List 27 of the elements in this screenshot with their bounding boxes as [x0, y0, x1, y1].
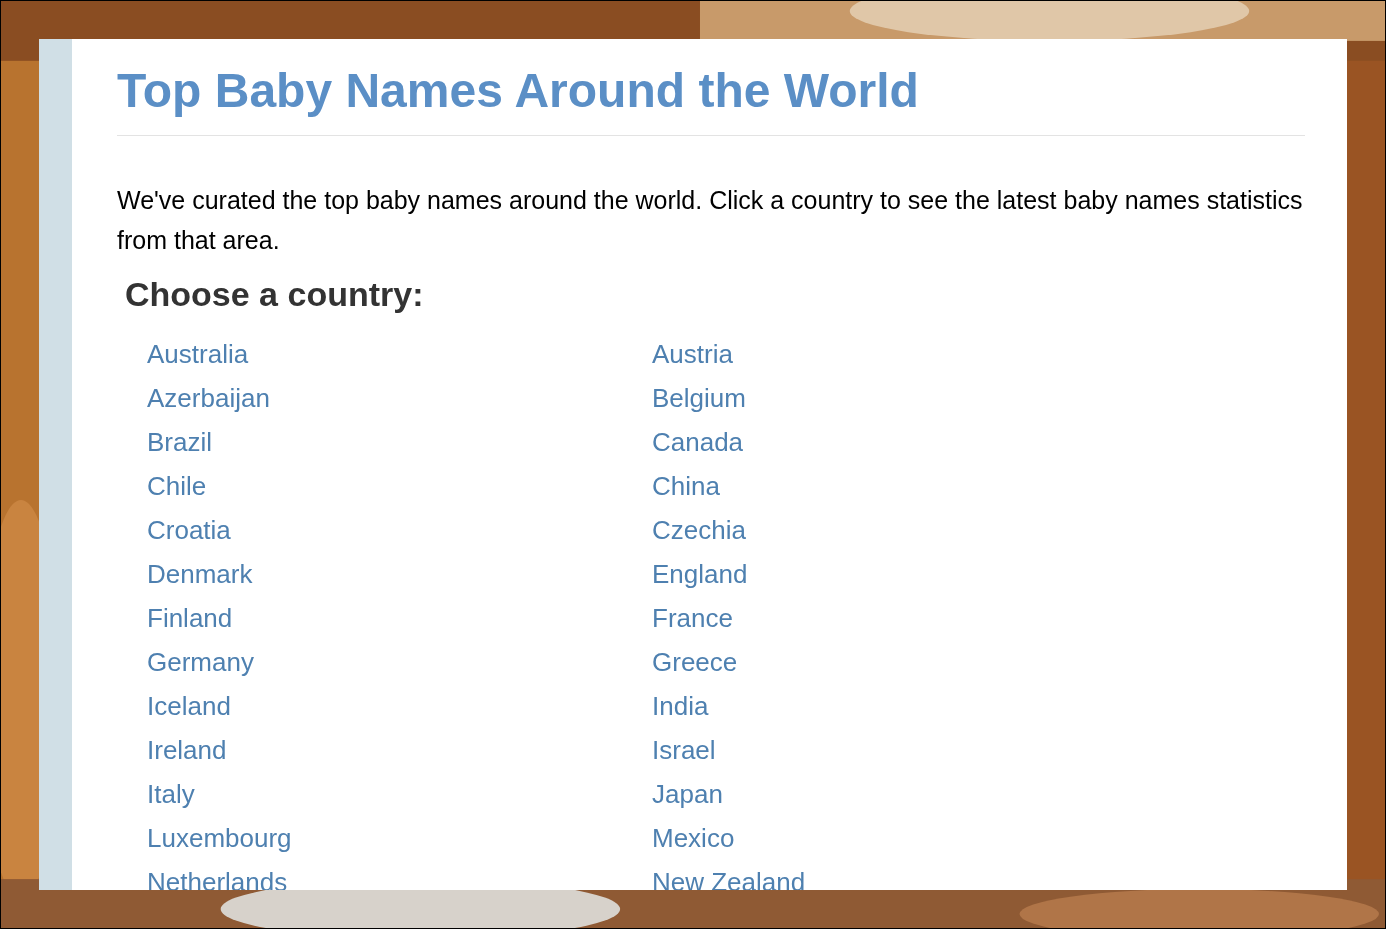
country-link[interactable]: Israel	[652, 734, 716, 766]
country-link[interactable]: Chile	[147, 470, 207, 502]
section-heading: Choose a country:	[125, 274, 425, 315]
country-link[interactable]: Brazil	[147, 426, 212, 458]
country-link[interactable]: Greece	[652, 646, 738, 678]
country-link[interactable]: China	[652, 470, 720, 502]
intro-paragraph: We've curated the top baby names around the world. Click a country to see the latest baby names statistics from that area.	[117, 185, 1304, 256]
country-link[interactable]: Denmark	[147, 558, 253, 590]
country-link[interactable]: Luxembourg	[147, 822, 292, 854]
country-link[interactable]: Belgium	[652, 382, 746, 414]
country-link[interactable]: Austria	[652, 338, 733, 370]
country-link[interactable]: Japan	[652, 778, 723, 810]
country-link[interactable]: Ireland	[147, 734, 227, 766]
country-link[interactable]: Croatia	[147, 514, 231, 546]
country-link[interactable]: Germany	[147, 646, 254, 678]
country-link[interactable]: Czechia	[652, 514, 746, 546]
country-link[interactable]: Australia	[147, 338, 249, 370]
country-link[interactable]: India	[652, 690, 709, 722]
country-link[interactable]: Canada	[652, 426, 744, 458]
country-link[interactable]: Azerbaijan	[147, 382, 270, 414]
country-link[interactable]: England	[652, 558, 748, 590]
country-link[interactable]: Finland	[147, 602, 233, 634]
page-title: Top Baby Names Around the World	[117, 59, 1305, 136]
country-link[interactable]: France	[652, 602, 733, 634]
country-link[interactable]: Italy	[147, 778, 195, 810]
country-link[interactable]: Mexico	[652, 822, 735, 854]
country-link[interactable]: Iceland	[147, 690, 231, 722]
